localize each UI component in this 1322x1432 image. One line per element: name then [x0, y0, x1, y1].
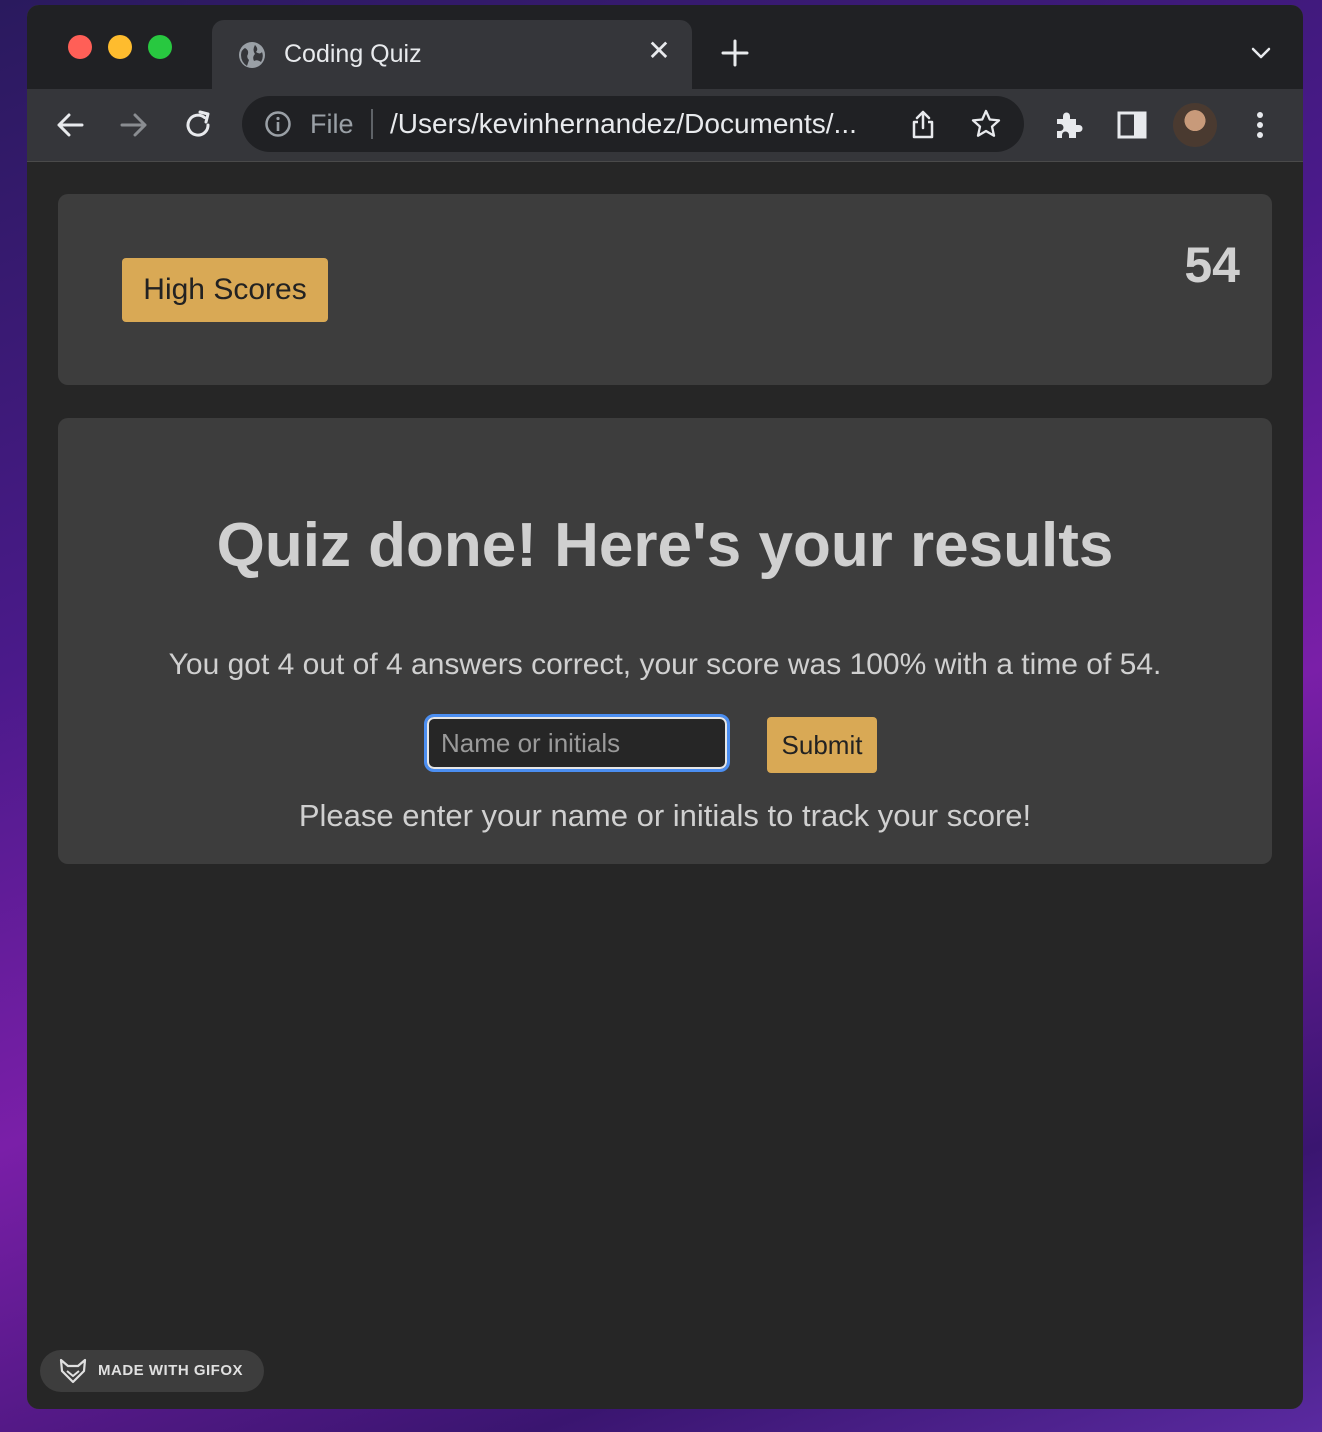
- browser-window: Coding Quiz ✕ File /Users/kevinhernandez…: [27, 5, 1303, 1409]
- info-icon[interactable]: [264, 110, 292, 138]
- globe-icon: [239, 42, 265, 68]
- chevron-down-icon[interactable]: [1247, 39, 1275, 67]
- gifox-watermark: MADE WITH GIFOX: [40, 1350, 264, 1392]
- score-prompt: Please enter your name or initials to tr…: [298, 798, 1032, 833]
- extensions-icon[interactable]: [1050, 107, 1086, 143]
- reload-icon[interactable]: [180, 107, 216, 143]
- fox-icon: [59, 1358, 87, 1384]
- profile-avatar[interactable]: [1173, 103, 1217, 147]
- back-arrow-icon[interactable]: [52, 107, 88, 143]
- tab-title: Coding Quiz: [284, 40, 422, 68]
- page-content: High Scores 54 Quiz done! Here's your re…: [27, 162, 1303, 1409]
- address-bar[interactable]: File /Users/kevinhernandez/Documents/...: [242, 96, 1024, 152]
- results-card: Quiz done! Here's your results You got 4…: [58, 418, 1272, 864]
- share-icon[interactable]: [907, 108, 939, 140]
- address-divider: [371, 109, 373, 139]
- side-panel-icon[interactable]: [1114, 107, 1150, 143]
- high-scores-button[interactable]: High Scores: [122, 258, 328, 322]
- tab-strip: Coding Quiz ✕: [27, 5, 1303, 89]
- forward-arrow-icon[interactable]: [116, 107, 152, 143]
- name-input[interactable]: [424, 714, 730, 772]
- minimize-window-button[interactable]: [108, 35, 132, 59]
- results-title: Quiz done! Here's your results: [216, 511, 1114, 580]
- star-icon[interactable]: [970, 108, 1002, 140]
- tab-coding-quiz[interactable]: Coding Quiz ✕: [212, 20, 692, 89]
- results-summary: You got 4 out of 4 answers correct, your…: [168, 648, 1162, 681]
- close-window-button[interactable]: [68, 35, 92, 59]
- submit-button[interactable]: Submit: [767, 717, 877, 773]
- plus-icon[interactable]: [717, 35, 753, 71]
- kebab-menu-icon[interactable]: [1242, 107, 1278, 143]
- scheme-label: File: [310, 109, 354, 139]
- close-tab-icon[interactable]: ✕: [644, 36, 674, 66]
- browser-toolbar: File /Users/kevinhernandez/Documents/...: [27, 89, 1303, 162]
- timer: 54: [1184, 237, 1240, 293]
- quiz-header: High Scores 54: [58, 194, 1272, 385]
- zoom-window-button[interactable]: [148, 35, 172, 59]
- url-text[interactable]: /Users/kevinhernandez/Documents/...: [390, 108, 890, 140]
- watermark-label: MADE WITH GIFOX: [98, 1362, 243, 1379]
